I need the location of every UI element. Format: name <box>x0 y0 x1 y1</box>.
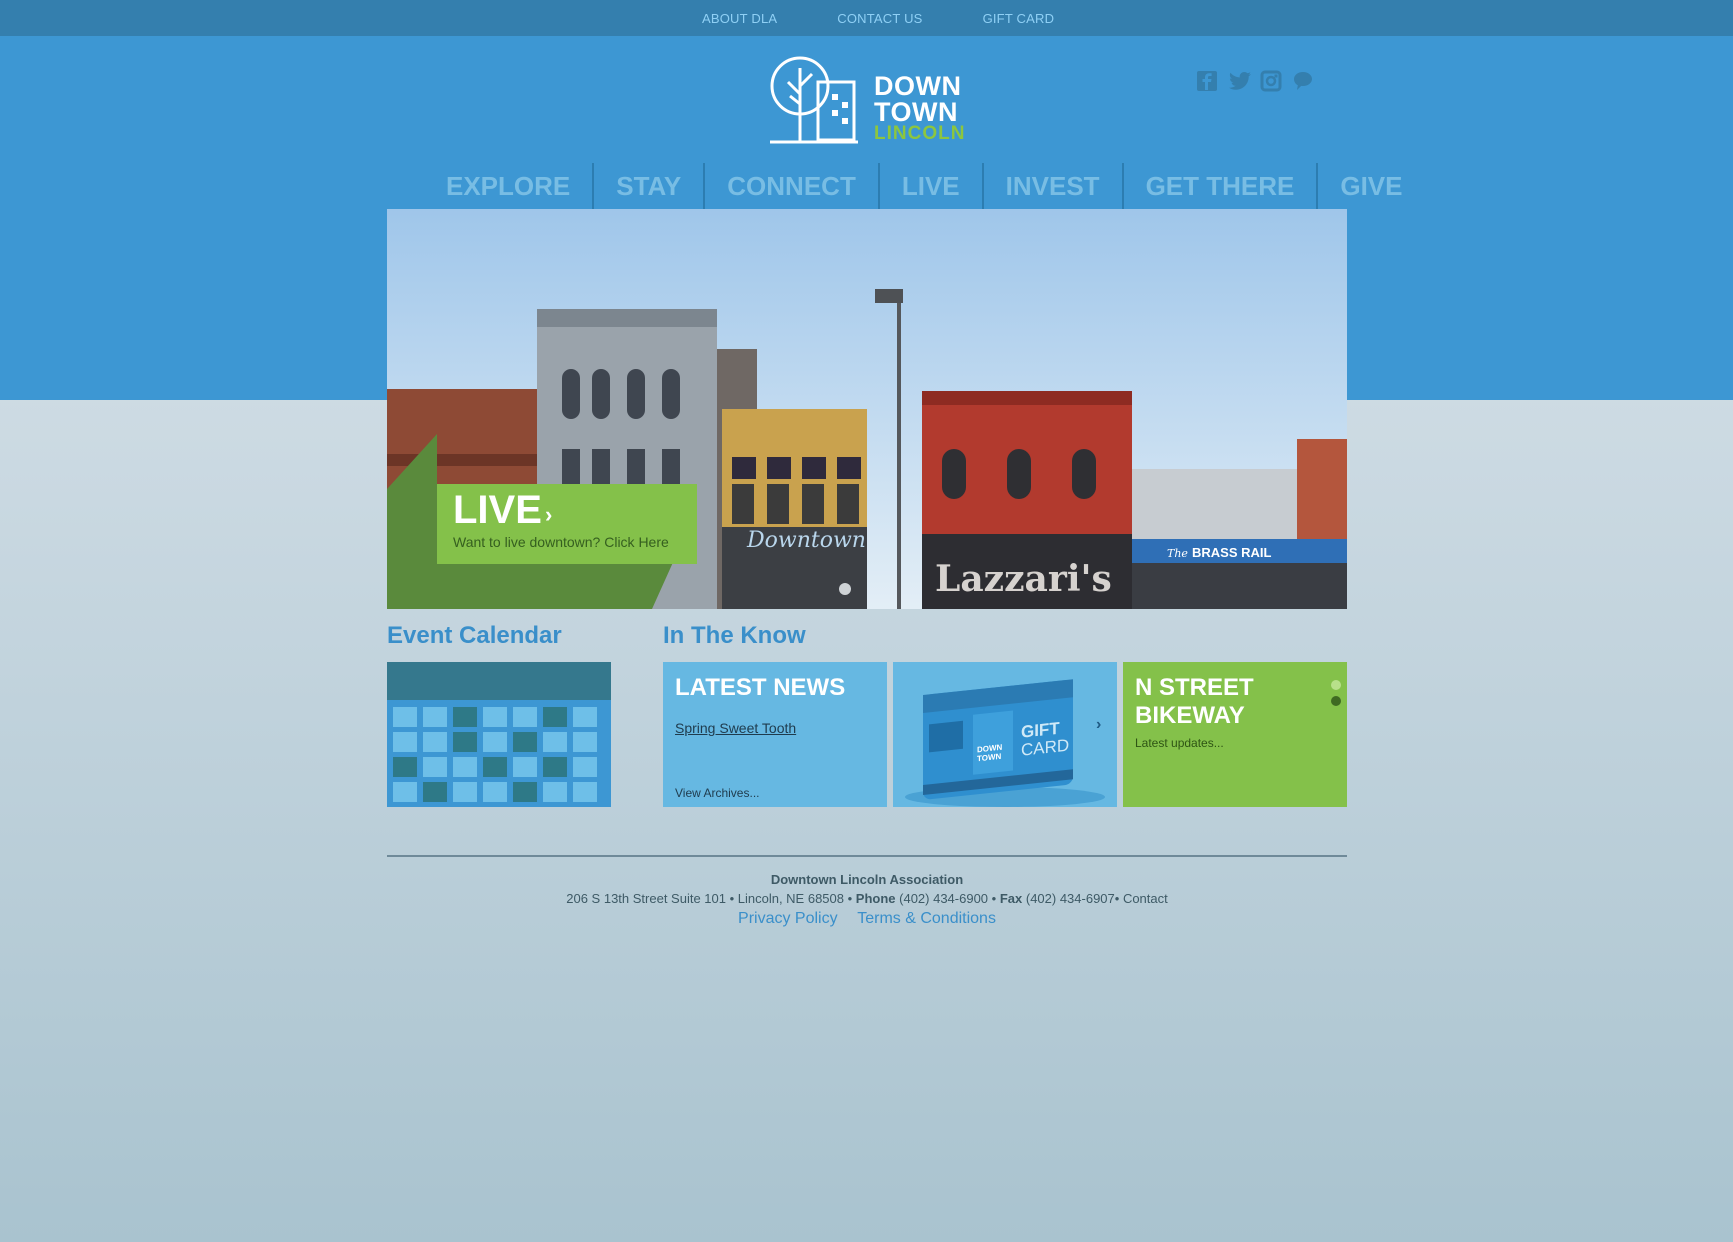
chevron-right-icon[interactable]: › <box>1096 716 1101 734</box>
terms-link[interactable]: Terms & Conditions <box>857 910 996 927</box>
main-nav: EXPLORE STAY CONNECT LIVE INVEST GET THE… <box>424 163 1425 209</box>
calendar-day[interactable] <box>423 707 447 727</box>
carousel-dot[interactable] <box>1331 680 1341 690</box>
slider-dot[interactable] <box>839 583 851 595</box>
site-logo[interactable]: DOWN TOWN LINCOLN <box>768 54 968 148</box>
calendar-day[interactable] <box>423 757 447 777</box>
calendar-day[interactable] <box>513 732 537 752</box>
hero-caption-title: LIVE <box>453 488 542 532</box>
nav-give[interactable]: GIVE <box>1316 163 1424 209</box>
footer: Downtown Lincoln Association 206 S 13th … <box>387 872 1347 928</box>
event-calendar-widget[interactable] <box>387 662 611 807</box>
latest-news-tile[interactable]: LATEST NEWS Spring Sweet Tooth View Arch… <box>663 662 887 807</box>
calendar-day[interactable] <box>513 757 537 777</box>
calendar-day[interactable] <box>453 707 477 727</box>
calendar-day[interactable] <box>393 732 417 752</box>
logo-line-2: TOWN <box>874 96 958 127</box>
utility-link-about[interactable]: ABOUT DLA <box>702 11 777 26</box>
nav-explore[interactable]: EXPLORE <box>424 163 592 209</box>
footer-fax-label: Fax <box>999 891 1023 906</box>
utility-bar: ABOUT DLA CONTACT US GIFT CARD <box>0 0 1733 36</box>
nav-live[interactable]: LIVE <box>877 163 982 209</box>
sign-brass-rail-prefix: The <box>1167 547 1188 560</box>
calendar-day[interactable] <box>423 782 447 802</box>
hero-caption-live[interactable]: LIVE › Want to live downtown? Click Here <box>437 484 697 564</box>
calendar-day[interactable] <box>453 732 477 752</box>
calendar-header <box>387 662 611 700</box>
logo-line-3: LINCOLN <box>874 123 966 145</box>
calendar-day[interactable] <box>543 732 567 752</box>
calendar-day[interactable] <box>393 707 417 727</box>
calendar-day[interactable] <box>393 782 417 802</box>
calendar-day[interactable] <box>483 782 507 802</box>
chat-bubble-icon[interactable] <box>1292 70 1314 92</box>
nav-connect[interactable]: CONNECT <box>703 163 878 209</box>
calendar-day[interactable] <box>483 757 507 777</box>
twitter-icon[interactable] <box>1228 70 1251 92</box>
calendar-day[interactable] <box>543 707 567 727</box>
footer-phone-label: Phone <box>855 891 896 906</box>
bikeway-updates-link[interactable]: Latest updates... <box>1135 736 1224 750</box>
calendar-day[interactable] <box>573 782 597 802</box>
facebook-icon[interactable] <box>1196 70 1218 92</box>
utility-nav: ABOUT DLA CONTACT US GIFT CARD <box>702 11 1054 26</box>
footer-phone: (402) 434-6900 <box>899 891 989 906</box>
nav-invest[interactable]: INVEST <box>981 163 1122 209</box>
sign-downtown: Downtown <box>746 528 866 553</box>
calendar-day[interactable] <box>573 707 597 727</box>
calendar-day[interactable] <box>543 782 567 802</box>
chevron-right-icon: › <box>545 502 553 527</box>
calendar-day[interactable] <box>573 757 597 777</box>
social-links <box>1196 70 1314 92</box>
latest-news-title: LATEST NEWS <box>675 674 846 701</box>
news-headline-link[interactable]: Spring Sweet Tooth <box>675 720 796 736</box>
view-archives-link[interactable]: View Archives... <box>675 786 759 800</box>
bikeway-tile[interactable]: N STREET BIKEWAY Latest updates... <box>1123 662 1347 807</box>
calendar-day[interactable] <box>483 732 507 752</box>
calendar-day[interactable] <box>513 707 537 727</box>
footer-divider <box>387 855 1347 857</box>
utility-link-gift-card[interactable]: GIFT CARD <box>983 11 1055 26</box>
logo-line-1: DOWN <box>874 71 962 101</box>
nav-stay[interactable]: STAY <box>592 163 703 209</box>
privacy-policy-link[interactable]: Privacy Policy <box>738 910 838 927</box>
calendar-day[interactable] <box>483 707 507 727</box>
sign-lazzaris: Lazzari's <box>935 558 1112 600</box>
calendar-day[interactable] <box>453 757 477 777</box>
logo-tree-building-icon <box>770 56 858 144</box>
footer-address-line: 206 S 13th Street Suite 101 • Lincoln, N… <box>566 891 1168 906</box>
calendar-day[interactable] <box>423 732 447 752</box>
calendar-day[interactable] <box>573 732 597 752</box>
footer-fax: (402) 434-6907 <box>1025 891 1115 906</box>
event-calendar-heading: Event Calendar <box>387 622 562 649</box>
nav-get-there[interactable]: GET THERE <box>1121 163 1317 209</box>
gift-card-tile[interactable]: DOWN TOWN GIFT CARD › <box>893 662 1117 807</box>
in-the-know-heading: In The Know <box>663 622 806 649</box>
calendar-grid <box>393 707 597 802</box>
hero-caption-subtitle: Want to live downtown? Click Here <box>453 534 669 550</box>
bikeway-title: N STREET BIKEWAY <box>1135 674 1254 729</box>
sign-brass-rail: BRASS RAIL <box>1192 545 1272 560</box>
footer-address: 206 S 13th Street Suite 101 • Lincoln, N… <box>566 891 853 906</box>
footer-contact-link[interactable]: Contact <box>1123 891 1168 906</box>
bikeway-title-line-1: N STREET <box>1135 674 1254 701</box>
logo-wordmark: DOWN TOWN LINCOLN <box>874 71 966 145</box>
calendar-day[interactable] <box>543 757 567 777</box>
carousel-dot[interactable] <box>1331 696 1341 706</box>
bikeway-title-line-2: BIKEWAY <box>1135 701 1245 729</box>
footer-links: Privacy Policy Terms & Conditions <box>387 910 1347 928</box>
calendar-day[interactable] <box>513 782 537 802</box>
footer-org-name: Downtown Lincoln Association <box>770 872 964 887</box>
calendar-day[interactable] <box>453 782 477 802</box>
calendar-day[interactable] <box>393 757 417 777</box>
utility-link-contact[interactable]: CONTACT US <box>837 11 922 26</box>
instagram-icon[interactable] <box>1260 70 1282 92</box>
gift-card-image: DOWN TOWN GIFT CARD <box>905 679 1105 807</box>
